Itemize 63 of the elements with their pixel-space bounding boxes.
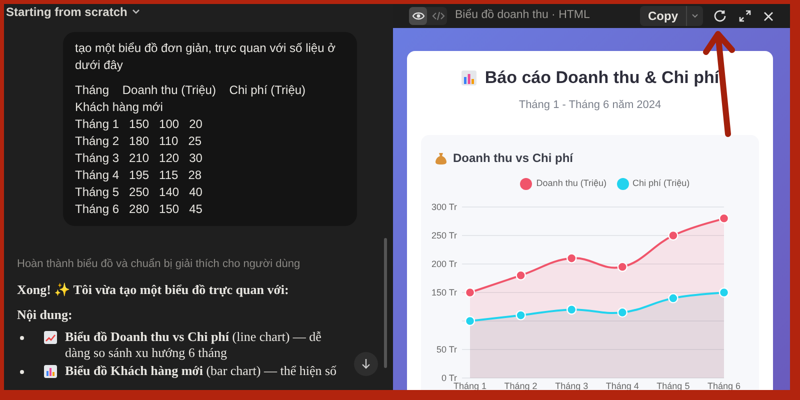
code-icon: [432, 11, 444, 21]
axis-tick-label: Tháng 6: [707, 380, 741, 390]
axis-tick-label: Tháng 4: [606, 380, 639, 390]
close-icon[interactable]: [763, 10, 774, 22]
axis-tick-label: 300 Tr: [431, 202, 457, 212]
line-chart-icon: [44, 330, 57, 344]
axis-tick-label: Tháng 3: [555, 380, 588, 390]
data-point: [566, 304, 577, 314]
message-text: Tháng 2 180 110 25: [75, 133, 203, 150]
list-item-text: Biểu đồ Doanh thu vs Chi phí (line chart) — dễ dàng so sánh xu hướng 6 tháng: [65, 328, 322, 360]
report-subtitle: Tháng 1 - Tháng 6 năm 2024: [518, 98, 662, 112]
data-point: [566, 252, 577, 263]
conversation-title[interactable]: Starting from scratch: [6, 4, 128, 21]
message-text: Tháng 5 250 140 40: [75, 184, 204, 201]
data-point: [668, 292, 678, 303]
bar-chart-icon: [460, 70, 477, 86]
axis-tick-label: 200 Tr: [431, 258, 457, 268]
reply-text: Xong! ✨ Tôi vừa tạo một biểu đồ trực quan với:: [17, 280, 290, 299]
data-point: [668, 230, 678, 240]
expand-icon[interactable]: [739, 10, 751, 22]
eye-icon: [412, 11, 424, 21]
preview-tab[interactable]: [409, 7, 427, 25]
copy-button[interactable]: Copy: [640, 7, 686, 25]
data-point: [516, 270, 526, 280]
bullet-icon: [20, 336, 24, 340]
data-point: [718, 212, 730, 223]
data-point: [617, 306, 628, 318]
axis-tick-label: Tháng 1: [453, 380, 487, 390]
scrollbar-thumb[interactable]: [384, 238, 387, 368]
axis-tick-label: Tháng 2: [504, 380, 538, 390]
data-point: [464, 286, 476, 298]
reply-heading: Nội dung:: [17, 306, 74, 324]
message-text: Tháng 1 150 100 20: [75, 116, 204, 133]
data-point: [516, 310, 526, 320]
message-text: tạo một biểu đồ đơn giản, trực quan với số liệu ở dưới đây: [75, 40, 336, 74]
refresh-icon[interactable]: [713, 9, 727, 23]
data-point: [617, 261, 628, 272]
axis-tick-label: 50 Tr: [436, 344, 457, 354]
message-text: Tháng 3 210 120 30: [75, 150, 204, 167]
axis-tick-label: 150 Tr: [431, 287, 457, 297]
chevron-down-icon: [691, 13, 699, 19]
money-bag-icon: [435, 152, 447, 164]
axis-tick-label: 250 Tr: [431, 230, 457, 240]
arrow-down-icon: [361, 358, 371, 370]
chevron-down-icon[interactable]: [131, 8, 142, 16]
chart-title: Doanh thu vs Chi phí: [453, 150, 573, 167]
message-text: Khách hàng mới: [75, 99, 164, 116]
axis-tick-label: 0 Tr: [441, 372, 457, 382]
legend-label: Chi phí (Triệu): [632, 177, 690, 190]
message-text: Tháng Doanh thu (Triệu) Chi phí (Triệu): [75, 82, 307, 99]
message-text: Tháng 4 195 115 28: [75, 167, 203, 184]
legend-label: Doanh thu (Triệu): [536, 177, 606, 190]
axis-tick-label: Tháng 5: [656, 380, 690, 390]
bullet-icon: [20, 370, 24, 374]
data-point: [718, 286, 730, 298]
bar-chart-icon: [44, 364, 57, 378]
message-text: Tháng 6 280 150 45: [75, 201, 204, 218]
artifact-title: Biểu đồ doanh thu · HTML: [455, 8, 590, 24]
data-point: [464, 315, 476, 326]
report-title: Báo cáo Doanh thu & Chi phí: [484, 67, 720, 89]
list-item-text: Biểu đồ Khách hàng mới (bar chart) — thể hiện số: [65, 362, 338, 378]
scroll-down-button[interactable]: [354, 352, 378, 376]
thinking-status: Hoàn thành biểu đồ và chuẩn bị giải thích cho người dùng: [17, 257, 302, 272]
